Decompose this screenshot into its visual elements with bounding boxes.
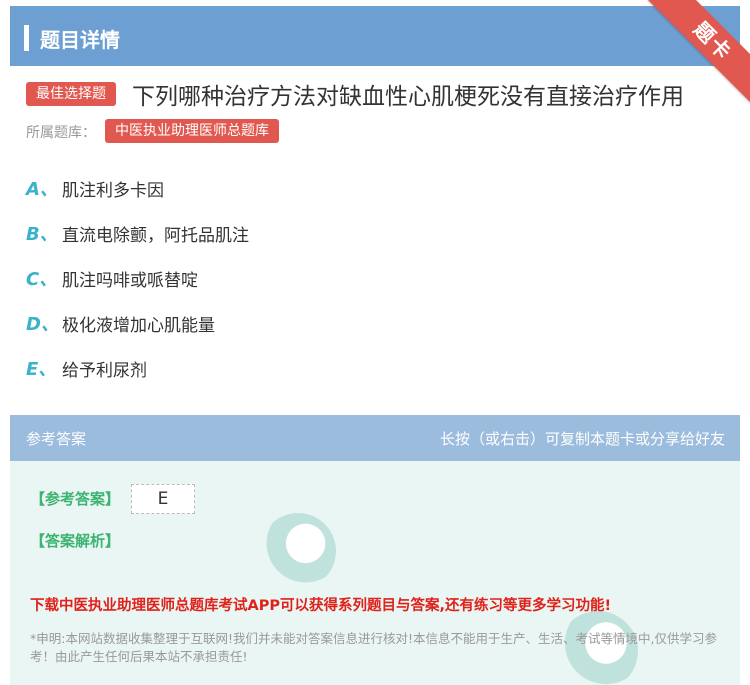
option-letter: B、: [26, 224, 58, 245]
option-text: 肌注吗啡或哌替啶: [62, 270, 198, 291]
question-text: 下列哪种治疗方法对缺血性心肌梗死没有直接治疗作用: [132, 84, 684, 110]
question-bank-link[interactable]: 中医执业助理医师总题库: [105, 119, 279, 143]
disclaimer-text: *申明:本网站数据收集整理于互联网!我们并未能对答案信息进行核对!本信息不能用于…: [30, 631, 717, 664]
answer-value: E: [131, 484, 195, 514]
option-letter: E、: [26, 359, 57, 380]
analysis-label: 【答案解析】: [30, 532, 121, 550]
option-letter: C、: [26, 269, 58, 290]
option-b[interactable]: B、 直流电除颤，阿托品肌注: [26, 218, 249, 248]
option-c[interactable]: C、 肌注吗啡或哌替啶: [26, 263, 198, 293]
answer-label: 【参考答案】: [30, 490, 121, 508]
option-text: 极化液增加心肌能量: [62, 315, 215, 336]
option-a[interactable]: A、 肌注利多卡因: [26, 173, 164, 203]
answer-section-title: 参考答案: [26, 430, 87, 448]
answer-section-header: 参考答案 长按（或右击）可复制本题卡或分享给好友: [10, 415, 740, 461]
header-accent-bar: [24, 25, 29, 51]
option-letter: D、: [26, 314, 59, 335]
question-bank-label: 所属题库：: [26, 125, 96, 141]
option-text: 直流电除颤，阿托品肌注: [62, 225, 249, 246]
question-type-badge: 最佳选择题: [26, 82, 116, 106]
option-letter: A、: [26, 179, 58, 200]
option-d[interactable]: D、 极化液增加心肌能量: [26, 308, 215, 338]
option-text: 给予利尿剂: [62, 360, 147, 381]
share-hint: 长按（或右击）可复制本题卡或分享给好友: [439, 430, 725, 448]
page-title: 题目详情: [40, 28, 120, 52]
option-text: 肌注利多卡因: [62, 180, 164, 201]
page-header: 题目详情: [10, 6, 740, 66]
option-e[interactable]: E、 给予利尿剂: [26, 353, 147, 383]
app-promo-link[interactable]: 下载中医执业助理医师总题库考试APP可以获得系列题目与答案,还有练习等更多学习功…: [30, 594, 611, 615]
watermark-logo-icon: [260, 513, 336, 589]
